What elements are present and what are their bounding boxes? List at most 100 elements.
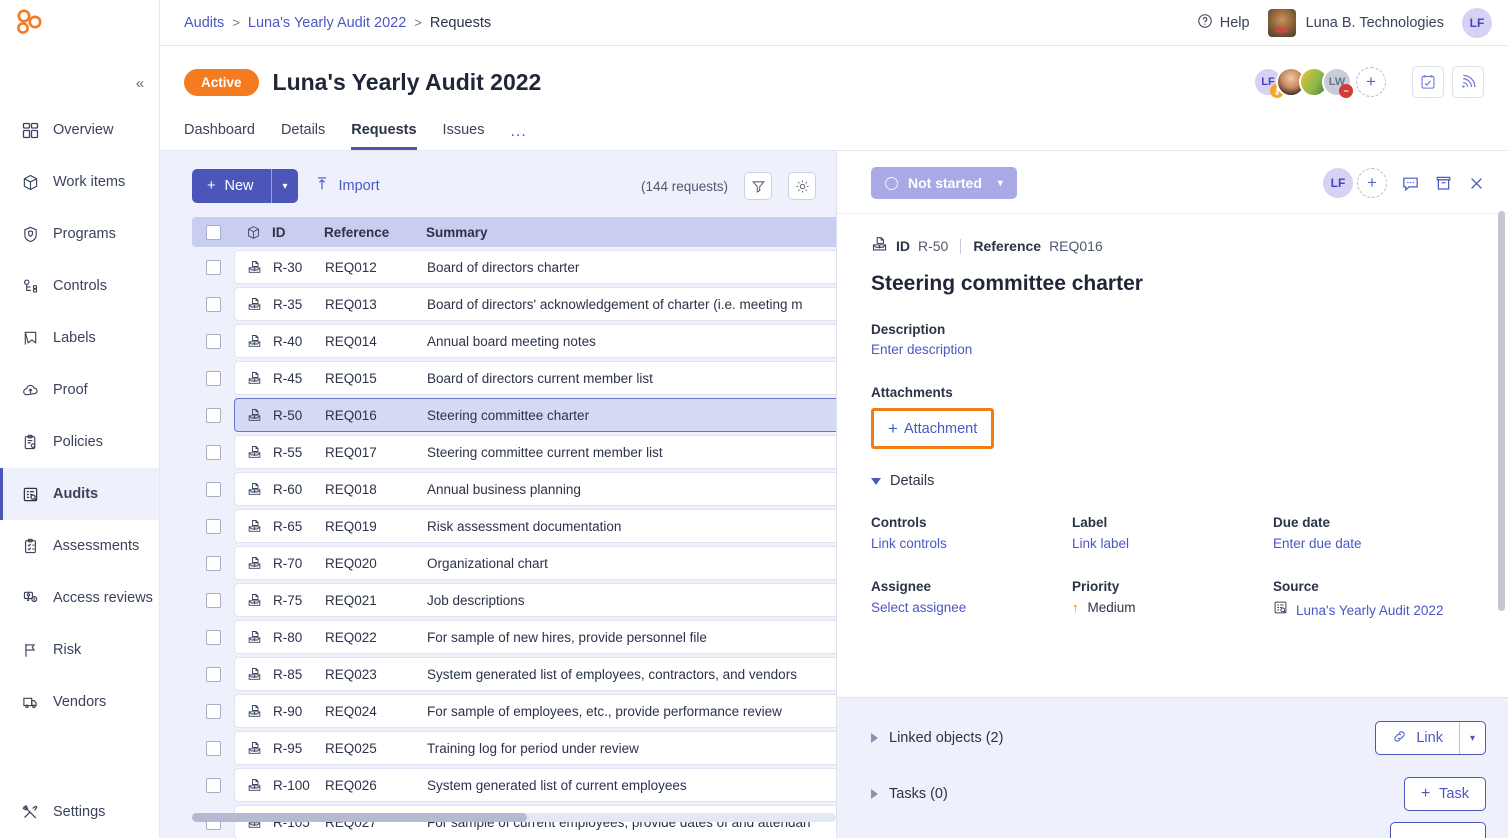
row-checkbox[interactable] <box>205 592 221 608</box>
tab-issues[interactable]: Issues <box>443 122 485 150</box>
row-card[interactable]: R-75 REQ021 Job descriptions <box>234 583 836 617</box>
table-row[interactable]: R-45 REQ015 Board of directors current mem… <box>192 361 836 395</box>
row-card[interactable]: R-45 REQ015 Board of directors current mem… <box>234 361 836 395</box>
tab-requests[interactable]: Requests <box>351 122 417 150</box>
select-all-checkbox[interactable] <box>205 224 221 240</box>
row-card[interactable]: R-65 REQ019 Risk assessment documentation <box>234 509 836 543</box>
row-checkbox[interactable] <box>205 777 221 793</box>
row-checkbox[interactable] <box>205 370 221 386</box>
row-card[interactable]: R-70 REQ020 Organizational chart <box>234 546 836 580</box>
activity-feed-button[interactable] <box>1452 66 1484 98</box>
table-row[interactable]: R-80 REQ022 For sample of new hires, provi… <box>192 620 836 654</box>
sidebar-item-access-reviews[interactable]: Access reviews <box>0 572 159 624</box>
row-card[interactable]: R-85 REQ023 System generated list of emplo… <box>234 657 836 691</box>
breadcrumb-audits[interactable]: Audits <box>184 15 224 31</box>
sidebar-item-settings[interactable]: Settings <box>0 786 159 838</box>
tab-more-button[interactable]: ... <box>510 123 526 150</box>
field-value[interactable]: Link label <box>1072 536 1129 551</box>
sidebar-collapse-button[interactable]: « <box>129 72 151 94</box>
tab-details[interactable]: Details <box>281 122 325 150</box>
table-row[interactable]: R-40 REQ014 Annual board meeting notes <box>192 324 836 358</box>
table-row[interactable]: R-55 REQ017 Steering committee current mem… <box>192 435 836 469</box>
row-checkbox[interactable] <box>205 259 221 275</box>
sidebar-item-audits[interactable]: Audits <box>0 468 159 520</box>
sidebar-item-overview[interactable]: Overview <box>0 104 159 156</box>
row-checkbox[interactable] <box>205 518 221 534</box>
table-row[interactable]: R-85 REQ023 System generated list of emplo… <box>192 657 836 691</box>
horizontal-scrollbar-thumb[interactable] <box>192 813 527 822</box>
status-badge[interactable]: Active <box>184 68 259 96</box>
calendar-notes-button[interactable] <box>1412 66 1444 98</box>
sidebar-item-labels[interactable]: Labels <box>0 312 159 364</box>
add-task-button[interactable]: + Task <box>1403 777 1486 811</box>
new-dropdown-button[interactable]: ▾ <box>272 169 297 203</box>
link-button[interactable]: Link ▾ <box>1375 721 1486 755</box>
row-card[interactable]: R-60 REQ018 Annual business planning <box>234 472 836 506</box>
row-checkbox[interactable] <box>205 407 221 423</box>
detail-add-assignee-button[interactable]: + <box>1357 168 1387 198</box>
sidebar-item-vendors[interactable]: Vendors <box>0 676 159 728</box>
row-checkbox[interactable] <box>205 703 221 719</box>
row-checkbox[interactable] <box>205 444 221 460</box>
row-card[interactable]: R-80 REQ022 For sample of new hires, provi… <box>234 620 836 654</box>
row-card[interactable]: R-100 REQ026 System generated list of curr… <box>234 768 836 802</box>
table-row[interactable]: R-50 REQ016 Steering committee charter <box>192 398 836 432</box>
row-card[interactable]: R-55 REQ017 Steering committee current mem… <box>234 435 836 469</box>
archive-button[interactable] <box>1434 174 1453 193</box>
sidebar-item-proof[interactable]: Proof <box>0 364 159 416</box>
table-row[interactable]: R-70 REQ020 Organizational chart <box>192 546 836 580</box>
tasks-toggle[interactable]: Tasks (0) <box>871 786 948 802</box>
table-row[interactable]: R-65 REQ019 Risk assessment documentation <box>192 509 836 543</box>
sidebar-item-programs[interactable]: Programs <box>0 208 159 260</box>
column-header-id[interactable]: ID <box>272 225 324 240</box>
organization-switcher[interactable]: Luna B. Technologies <box>1267 8 1444 37</box>
table-row[interactable]: R-30 REQ012 Board of directors charter <box>192 250 836 284</box>
table-row[interactable]: R-75 REQ021 Job descriptions <box>192 583 836 617</box>
close-panel-button[interactable] <box>1467 174 1486 193</box>
description-input[interactable]: Enter description <box>871 342 972 357</box>
row-checkbox[interactable] <box>205 740 221 756</box>
field-value[interactable]: Luna's Yearly Audit 2022 <box>1296 603 1443 618</box>
add-member-button[interactable]: + <box>1356 67 1386 97</box>
tab-dashboard[interactable]: Dashboard <box>184 122 255 150</box>
field-value[interactable]: Link controls <box>871 536 947 551</box>
table-row[interactable]: R-100 REQ026 System generated list of curr… <box>192 768 836 802</box>
field-value[interactable]: Select assignee <box>871 600 966 615</box>
details-section-toggle[interactable]: Details <box>871 473 1474 489</box>
status-dropdown[interactable]: Not started ▾ <box>871 167 1017 199</box>
row-checkbox[interactable] <box>205 296 221 312</box>
help-button[interactable]: Help <box>1197 13 1250 33</box>
detail-assignee-avatar[interactable]: LF <box>1323 168 1353 198</box>
comment-button[interactable] <box>1401 174 1420 193</box>
field-value[interactable]: Enter due date <box>1273 536 1362 551</box>
row-card[interactable]: R-30 REQ012 Board of directors charter <box>234 250 836 284</box>
row-checkbox[interactable] <box>205 481 221 497</box>
row-checkbox[interactable] <box>205 555 221 571</box>
row-card[interactable]: R-40 REQ014 Annual board meeting notes <box>234 324 836 358</box>
row-card[interactable]: R-95 REQ025 Training log for period under … <box>234 731 836 765</box>
filter-button[interactable] <box>744 172 772 200</box>
table-row[interactable]: R-95 REQ025 Training log for period under … <box>192 731 836 765</box>
app-logo[interactable] <box>0 0 159 46</box>
list-settings-button[interactable] <box>788 172 816 200</box>
sidebar-item-assessments[interactable]: Assessments <box>0 520 159 572</box>
sidebar-item-policies[interactable]: Policies <box>0 416 159 468</box>
sidebar-item-work-items[interactable]: Work items <box>0 156 159 208</box>
import-button[interactable]: Import <box>314 176 380 196</box>
sidebar-item-risk[interactable]: Risk <box>0 624 159 676</box>
breadcrumb-audit-name[interactable]: Luna's Yearly Audit 2022 <box>248 15 406 31</box>
table-row[interactable]: R-90 REQ024 For sample of employees, etc.,… <box>192 694 836 728</box>
row-checkbox[interactable] <box>205 629 221 645</box>
table-row[interactable]: R-60 REQ018 Annual business planning <box>192 472 836 506</box>
row-checkbox[interactable] <box>205 333 221 349</box>
column-header-summary[interactable]: Summary <box>426 225 836 240</box>
add-attachment-button[interactable]: + Attachment <box>871 408 995 449</box>
new-button[interactable]: + New ▾ <box>192 169 298 203</box>
table-row[interactable]: R-35 REQ013 Board of directors' acknowledg… <box>192 287 836 321</box>
linked-objects-toggle[interactable]: Linked objects (2) <box>871 730 1003 746</box>
horizontal-scrollbar-track[interactable] <box>192 813 836 822</box>
link-dropdown-button[interactable]: ▾ <box>1460 722 1485 754</box>
row-checkbox[interactable] <box>205 666 221 682</box>
row-card[interactable]: R-35 REQ013 Board of directors' acknowledg… <box>234 287 836 321</box>
user-avatar[interactable]: LF <box>1462 7 1492 38</box>
